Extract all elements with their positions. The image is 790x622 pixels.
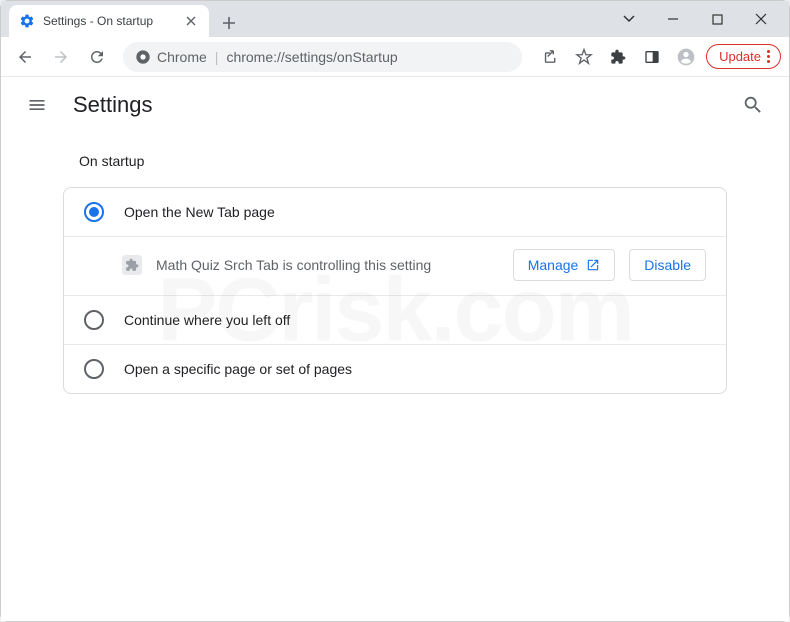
radio-label: Open the New Tab page — [124, 204, 706, 220]
scheme-chip: Chrome — [135, 49, 207, 65]
toolbar-actions: Update — [532, 43, 781, 71]
option-new-tab[interactable]: Open the New Tab page — [64, 188, 726, 237]
new-tab-button[interactable] — [215, 9, 243, 37]
maximize-button[interactable] — [697, 4, 737, 34]
radio-label: Continue where you left off — [124, 312, 706, 328]
toolbar: Chrome | chrome://settings/onStartup Upd… — [1, 37, 789, 77]
page-title: Settings — [73, 92, 717, 118]
manage-button[interactable]: Manage — [513, 249, 616, 281]
startup-options-card: Open the New Tab page Math Quiz Srch Tab… — [63, 187, 727, 394]
chrome-window: Settings - On startup — [0, 0, 790, 622]
forward-button[interactable] — [45, 41, 77, 73]
close-button[interactable] — [741, 4, 781, 34]
option-specific-pages[interactable]: Open a specific page or set of pages — [64, 345, 726, 393]
radio-label: Open a specific page or set of pages — [124, 361, 706, 377]
settings-body: On startup Open the New Tab page Math Qu… — [55, 133, 735, 414]
settings-header: Settings — [1, 77, 789, 133]
address-url: chrome://settings/onStartup — [226, 49, 397, 65]
update-button[interactable]: Update — [706, 44, 781, 69]
minimize-button[interactable] — [653, 4, 693, 34]
search-button[interactable] — [733, 85, 773, 125]
kebab-icon — [767, 50, 770, 63]
extension-icon — [122, 255, 142, 275]
share-icon[interactable] — [536, 43, 564, 71]
titlebar: Settings - On startup — [1, 1, 789, 37]
scheme-label: Chrome — [157, 49, 207, 65]
close-icon[interactable] — [183, 13, 199, 29]
gear-icon — [19, 13, 35, 29]
radio-checked-icon — [84, 202, 104, 222]
disable-button[interactable]: Disable — [629, 249, 706, 281]
radio-unchecked-icon — [84, 310, 104, 330]
extension-message: Math Quiz Srch Tab is controlling this s… — [156, 257, 499, 273]
section-title: On startup — [55, 153, 735, 187]
address-bar[interactable]: Chrome | chrome://settings/onStartup — [123, 42, 522, 72]
profile-icon[interactable] — [672, 43, 700, 71]
window-controls — [609, 4, 789, 34]
extension-control-row: Math Quiz Srch Tab is controlling this s… — [64, 237, 726, 296]
tab-strip: Settings - On startup — [1, 1, 609, 37]
manage-label: Manage — [528, 257, 579, 273]
extensions-icon[interactable] — [604, 43, 632, 71]
address-divider: | — [215, 49, 219, 65]
tab-title: Settings - On startup — [43, 14, 175, 28]
content-area: Settings On startup Open the New Tab pag… — [1, 77, 789, 621]
active-tab[interactable]: Settings - On startup — [9, 5, 209, 37]
option-continue[interactable]: Continue where you left off — [64, 296, 726, 345]
menu-button[interactable] — [17, 85, 57, 125]
open-external-icon — [586, 258, 600, 272]
bookmark-icon[interactable] — [570, 43, 598, 71]
radio-unchecked-icon — [84, 359, 104, 379]
side-panel-icon[interactable] — [638, 43, 666, 71]
reload-button[interactable] — [81, 41, 113, 73]
update-label: Update — [719, 49, 761, 64]
disable-label: Disable — [644, 257, 691, 273]
back-button[interactable] — [9, 41, 41, 73]
chrome-icon — [135, 49, 151, 65]
chevron-down-icon[interactable] — [609, 4, 649, 34]
